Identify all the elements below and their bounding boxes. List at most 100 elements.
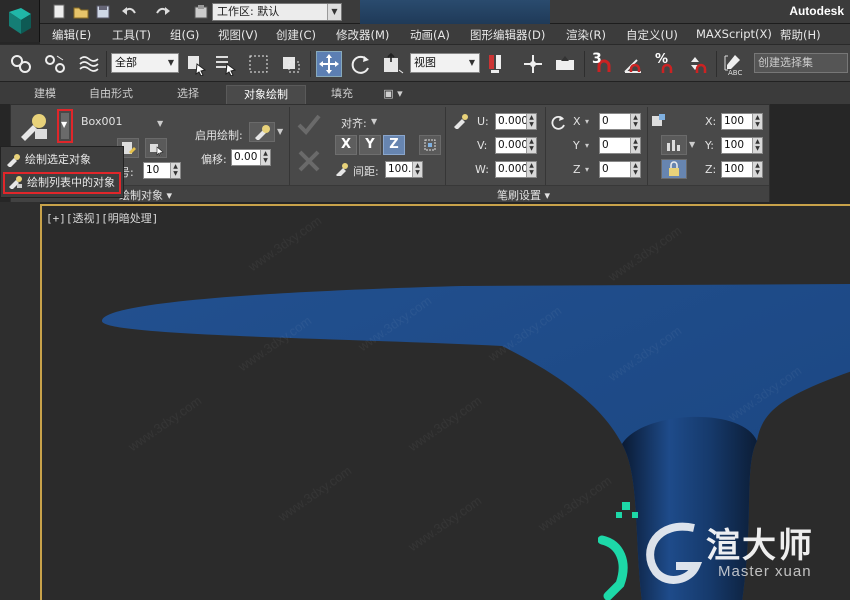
menu-views[interactable]: 视图(V) — [218, 27, 258, 43]
scale-z-spinner[interactable]: 100 ▲ ▼ — [721, 161, 763, 178]
rotate-x-spinner[interactable]: 0 ▲ ▼ — [599, 113, 641, 130]
open-file-icon[interactable] — [72, 3, 90, 21]
app-logo-icon[interactable] — [0, 0, 40, 42]
viewport-label[interactable]: [+][透视][明暗处理] — [46, 210, 158, 226]
u-spinner[interactable]: 0.000 ▲ ▼ — [495, 113, 537, 130]
offset-spinner[interactable]: 0.00 ▲ ▼ — [231, 149, 271, 166]
chevron-down-icon[interactable]: ▼ — [157, 119, 163, 128]
chevron-down-icon[interactable]: ▾ — [585, 141, 589, 150]
align-y-button[interactable]: Y — [359, 135, 381, 155]
rotate-y-spinner[interactable]: 0 ▲ ▼ — [599, 137, 641, 154]
angle-snap-icon[interactable] — [620, 51, 646, 77]
scale-x-spinner[interactable]: 100 ▲ ▼ — [721, 113, 763, 130]
project-folder-icon[interactable] — [192, 3, 210, 21]
scale-mode-icon[interactable] — [661, 135, 687, 155]
ribbon-divider — [545, 107, 546, 185]
rotate-icon[interactable] — [348, 51, 374, 77]
chevron-down-icon[interactable]: ▼ — [277, 127, 283, 136]
named-selection-set-input[interactable]: 创建选择集 — [754, 53, 848, 73]
chevron-down-icon[interactable]: ▼ — [689, 140, 695, 149]
spinner-snap-icon[interactable] — [684, 51, 710, 77]
unlink-icon[interactable] — [42, 51, 68, 77]
scale-x-value: 100 — [724, 115, 745, 127]
offset-label: 偏移: — [201, 153, 227, 166]
w-spinner[interactable]: 0.000 ▲ ▼ — [495, 161, 537, 178]
menu-maxscript[interactable]: MAXScript(X) — [696, 27, 772, 41]
brush-settings-panel-label[interactable]: 笔刷设置 ▾ — [497, 187, 550, 203]
edit-named-selection-icon[interactable]: ABC — [720, 51, 746, 77]
select-object-icon[interactable] — [183, 51, 209, 77]
rotate-z-spinner[interactable]: 0 ▲ ▼ — [599, 161, 641, 178]
brand-label: Autodesk — [789, 4, 844, 18]
scale-y-spinner[interactable]: 100 ▲ ▼ — [721, 137, 763, 154]
selection-filter-value: 全部 — [115, 56, 137, 69]
move-icon[interactable] — [316, 51, 342, 77]
pivot-center-icon[interactable] — [484, 51, 510, 77]
new-file-icon[interactable] — [50, 3, 68, 21]
menu-group[interactable]: 组(G) — [170, 27, 199, 43]
menu-modifiers[interactable]: 修改器(M) — [336, 27, 389, 43]
save-icon[interactable] — [94, 3, 112, 21]
align-z-button[interactable]: Z — [383, 135, 405, 155]
window-crossing-icon[interactable] — [278, 51, 304, 77]
menu-item-label: 绘制列表中的对象 — [27, 176, 115, 189]
scale-paint-icon[interactable] — [651, 113, 667, 129]
paint-options-dropdown-button[interactable]: ▼ — [57, 109, 73, 143]
paint-object-name[interactable]: Box001 — [81, 115, 122, 128]
rect-selection-region-icon[interactable] — [246, 51, 272, 77]
count-value: 10 — [146, 164, 160, 176]
v-spinner[interactable]: 0.000 ▲ ▼ — [495, 137, 537, 154]
cancel-x-icon[interactable] — [297, 149, 321, 173]
menu-item-paint-selected[interactable]: 绘制选定对象 — [3, 149, 121, 171]
paint-object-icon[interactable] — [17, 111, 51, 143]
reference-coord-dropdown[interactable]: 视图 ▼ — [410, 53, 480, 73]
percent-snap-icon[interactable]: % — [652, 51, 678, 77]
menu-edit[interactable]: 编辑(E) — [52, 27, 91, 43]
menu-help[interactable]: 帮助(H) — [780, 27, 821, 43]
menu-customize[interactable]: 自定义(U) — [626, 27, 678, 43]
chevron-down-icon[interactable]: ▾ — [585, 117, 589, 126]
tab-populate[interactable]: 填充 — [318, 85, 366, 104]
menu-rendering[interactable]: 渲染(R) — [566, 27, 606, 43]
undo-icon[interactable] — [120, 3, 138, 21]
pick-object-icon[interactable] — [145, 138, 167, 158]
menu-tools[interactable]: 工具(T) — [112, 27, 151, 43]
commit-checkmark-icon[interactable] — [297, 113, 321, 135]
offset-value: 0.00 — [234, 151, 258, 163]
tab-options[interactable]: ▣ ▾ — [378, 85, 408, 104]
paint-objects-panel-label[interactable]: 绘制对象 ▾ — [119, 187, 172, 203]
align-x-button[interactable]: X — [335, 135, 357, 155]
spacing-spinner[interactable]: 100.0 ▲ ▼ — [385, 161, 423, 178]
percent-label: % — [655, 52, 669, 67]
spacing-brush-icon[interactable] — [335, 162, 349, 178]
keyboard-shortcut-icon[interactable] — [552, 51, 578, 77]
tab-freeform[interactable]: 自由形式 — [80, 85, 142, 104]
select-by-name-icon[interactable] — [212, 51, 238, 77]
chevron-down-icon[interactable]: ▾ — [585, 165, 589, 174]
chevron-down-icon: ▼ — [61, 120, 68, 129]
tab-modeling[interactable]: 建模 — [22, 85, 68, 104]
scale-y-label: Y: — [705, 139, 714, 152]
align-normal-icon[interactable] — [419, 135, 441, 155]
scale-icon[interactable] — [380, 51, 406, 77]
menu-item-paint-from-list[interactable]: 绘制列表中的对象 — [3, 172, 121, 194]
scale-lock-icon[interactable] — [661, 159, 687, 179]
menu-graph-editors[interactable]: 图形编辑器(D) — [470, 27, 545, 43]
redo-icon[interactable] — [154, 3, 172, 21]
snap-toggle-icon[interactable]: 3 — [590, 51, 616, 77]
brush-icon[interactable] — [249, 122, 275, 142]
selection-filter-dropdown[interactable]: 全部 ▼ — [111, 53, 179, 73]
menu-animation[interactable]: 动画(A) — [410, 27, 450, 43]
tab-object-paint[interactable]: 对象绘制 — [226, 85, 306, 104]
uvw-brush-icon[interactable] — [453, 113, 469, 130]
rotate-paint-icon[interactable] — [549, 113, 567, 131]
v-value: 0.000 — [498, 139, 529, 151]
menu-create[interactable]: 创建(C) — [276, 27, 316, 43]
link-icon[interactable] — [8, 51, 34, 77]
bind-space-warp-icon[interactable] — [76, 51, 102, 77]
select-manipulate-icon[interactable] — [520, 51, 546, 77]
count-spinner[interactable]: 10 ▲ ▼ — [143, 162, 181, 179]
workspace-dropdown[interactable]: 工作区: 默认 ▼ — [212, 3, 342, 21]
tab-selection[interactable]: 选择 — [164, 85, 212, 104]
chevron-down-icon[interactable]: ▼ — [371, 117, 377, 126]
